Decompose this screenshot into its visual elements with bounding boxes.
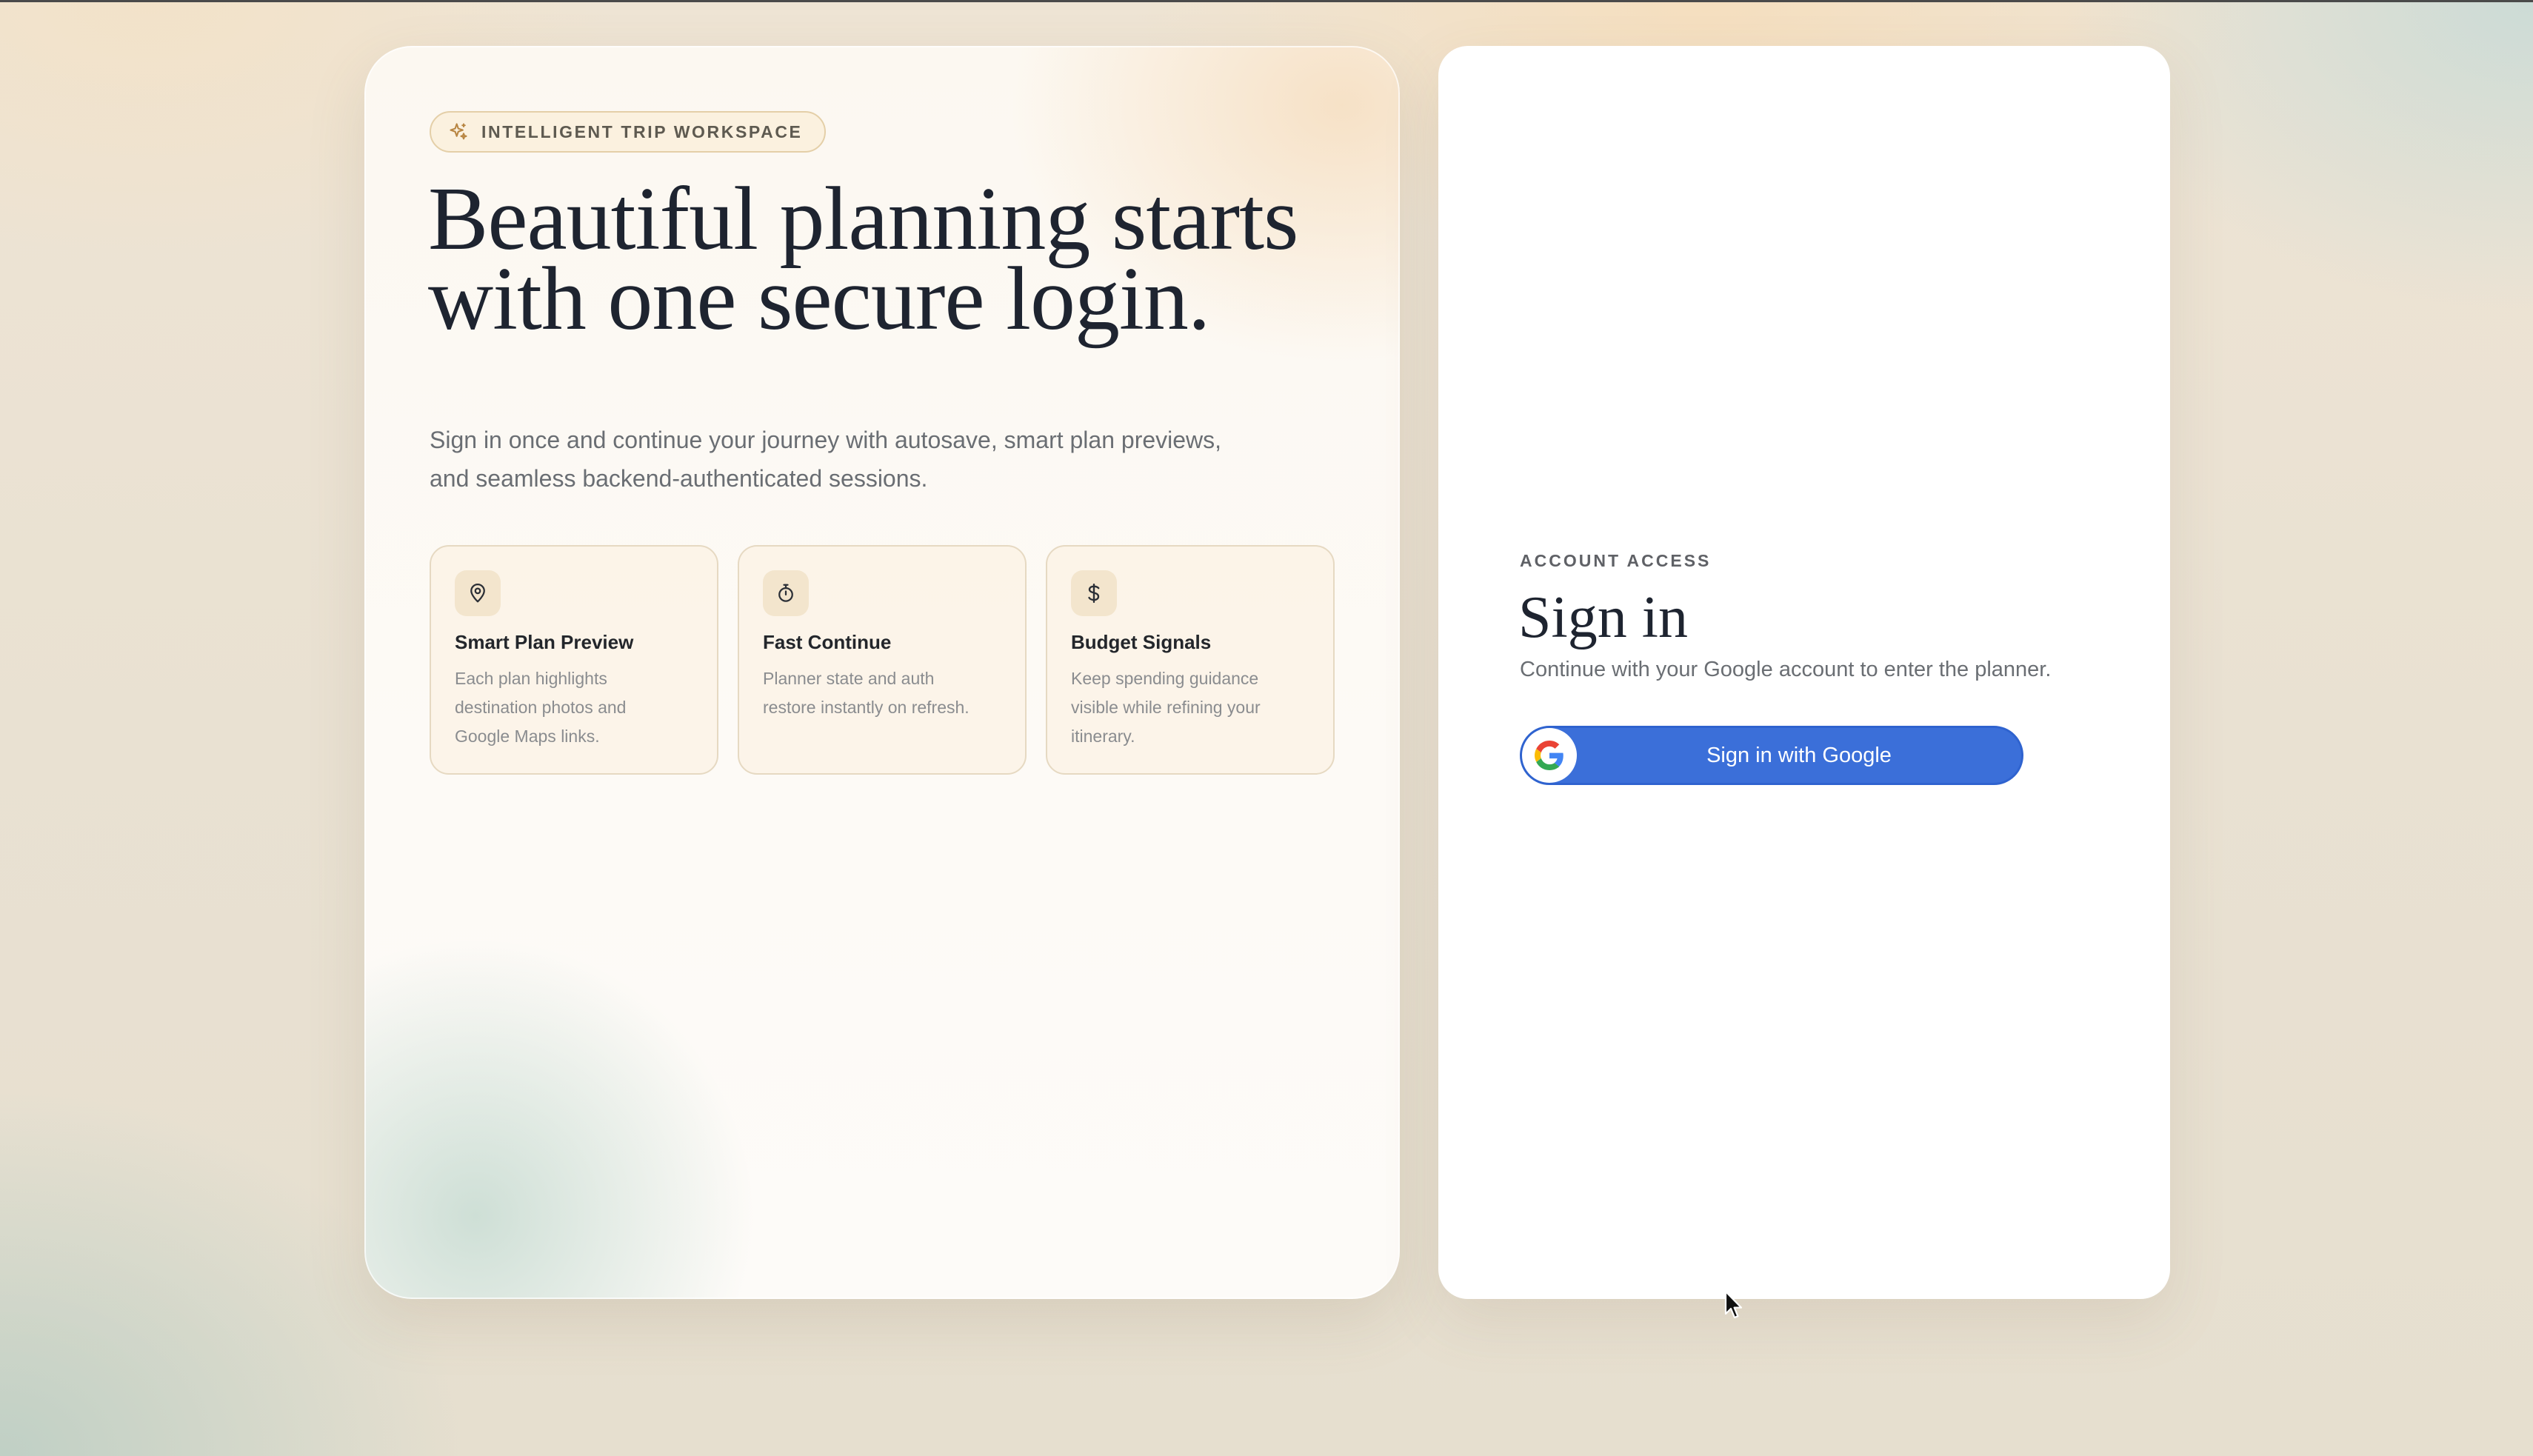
feature-card-budget-signals: Budget Signals Keep spending guidance vi… [1046,545,1335,775]
hero-subtext-line-2: and seamless backend-authenticated sessi… [430,465,928,492]
hero-subtext-line-1: Sign in once and continue your journey w… [430,427,1222,453]
signin-subtitle: Continue with your Google account to ent… [1520,658,2052,681]
feature-title: Fast Continue [763,631,892,653]
feature-list: Smart Plan Preview Each plan highlights … [430,545,1335,775]
window-top-edge [0,0,2533,2]
feature-description-line: destination photos and [455,698,627,717]
hero-card: INTELLIGENT TRIP WORKSPACE Beautiful pla… [364,46,1400,1299]
sign-in-with-google-button[interactable]: Sign in with Google [1520,726,2023,785]
hero-subtext: Sign in once and continue your journey w… [430,421,1281,498]
hero-headline-line-2: with one secure login. [428,249,1210,349]
feature-description-line: Each plan highlights [455,669,607,688]
account-access-eyebrow: ACCOUNT ACCESS [1520,551,1712,570]
google-g-icon [1522,728,1577,783]
google-button-label: Sign in with Google [1706,743,1892,767]
feature-description-line: visible while refining your [1071,698,1261,717]
feature-description: Each plan highlights destination photos … [455,664,695,751]
feature-description-line: Planner state and auth [763,669,935,688]
dollar-icon [1071,570,1117,616]
feature-description-line: itinerary. [1071,727,1135,746]
feature-card-fast-continue: Fast Continue Planner state and auth res… [738,545,1027,775]
sparkles-icon [447,121,470,143]
hero-headline: Beautiful planning starts with one secur… [428,174,1376,344]
map-pin-icon [455,570,501,616]
feature-description: Keep spending guidance visible while ref… [1071,664,1311,751]
feature-description-line: restore instantly on refresh. [763,698,970,717]
stopwatch-icon [763,570,809,616]
feature-description-line: Google Maps links. [455,727,600,746]
feature-description-line: Keep spending guidance [1071,669,1259,688]
feature-card-smart-plan-preview: Smart Plan Preview Each plan highlights … [430,545,718,775]
signin-title: Sign in [1518,585,1688,650]
workspace-badge-label: INTELLIGENT TRIP WORKSPACE [481,121,803,141]
signin-card: ACCOUNT ACCESS Sign in Continue with you… [1438,46,2170,1299]
feature-description: Planner state and auth restore instantly… [763,664,1003,722]
workspace-badge: INTELLIGENT TRIP WORKSPACE [430,111,827,153]
feature-title: Smart Plan Preview [455,631,634,653]
mouse-cursor-icon [1724,1290,1743,1319]
feature-title: Budget Signals [1071,631,1212,653]
